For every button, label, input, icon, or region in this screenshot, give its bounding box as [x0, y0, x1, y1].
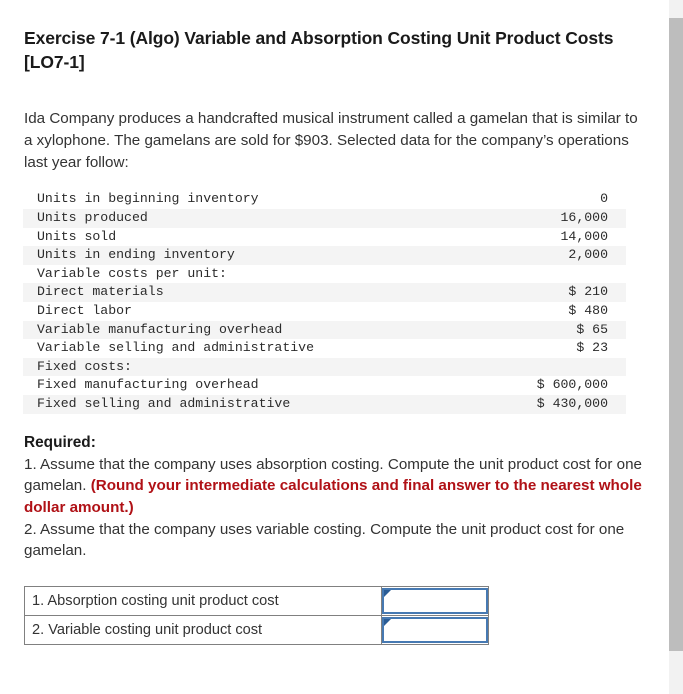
- table-row-value: [428, 357, 626, 377]
- answer-table-body: 1. Absorption costing unit product cost 2…: [24, 586, 489, 646]
- table-row-label: Direct materials: [23, 283, 428, 302]
- table-row-value: $ 65: [428, 320, 626, 340]
- table-row-label: Units in ending inventory: [23, 246, 428, 265]
- answer-table: 1. Absorption costing unit product cost 2…: [24, 586, 489, 646]
- table-row-label: Variable manufacturing overhead: [23, 320, 428, 340]
- vertical-scrollbar-thumb[interactable]: [669, 18, 683, 651]
- required-heading: Required:: [24, 433, 96, 451]
- table-row: Variable costs per unit:: [23, 265, 626, 284]
- intro-paragraph: Ida Company produces a handcrafted music…: [24, 110, 638, 172]
- answer-row: 2. Variable costing unit product cost: [24, 615, 489, 646]
- table-row-value: 16,000: [428, 208, 626, 228]
- table-row: Units sold 14,000: [23, 228, 626, 247]
- table-row-label: Fixed manufacturing overhead: [37, 377, 259, 393]
- document-content: Exercise 7-1 (Algo) Variable and Absorpt…: [0, 0, 669, 646]
- table-row-label: Units sold: [37, 228, 117, 244]
- table-row-label: Units produced: [23, 208, 428, 228]
- table-row-value: $ 600,000: [536, 377, 608, 393]
- requirement-item-1: 1. Assume that the company uses absorpti…: [24, 454, 645, 519]
- table-row-label: Variable costs per unit:: [37, 265, 227, 281]
- table-row-value: 0: [600, 191, 608, 207]
- table-row: Direct materials $ 210: [23, 283, 626, 302]
- answer-input-2[interactable]: [382, 617, 488, 644]
- table-row: Units in ending inventory 2,000: [23, 246, 626, 265]
- answer-input-1[interactable]: [382, 588, 488, 615]
- table-row-value: [428, 265, 626, 284]
- table-row-value: $ 23: [576, 340, 608, 356]
- page-title: Exercise 7-1 (Algo) Variable and Absorpt…: [24, 28, 614, 73]
- table-row-label: Units in beginning inventory: [37, 191, 259, 207]
- requirement-item-1-emphasis: (Round your intermediate calculations an…: [24, 477, 642, 516]
- table-row: Direct labor $ 480: [23, 302, 626, 321]
- required-section: Required: 1. Assume that the company use…: [24, 432, 645, 563]
- answer-row-label: 2. Variable costing unit product cost: [24, 615, 382, 646]
- table-row: Units produced 16,000: [23, 208, 626, 228]
- table-row-value: 14,000: [560, 228, 608, 244]
- table-row-label: Variable selling and administrative: [37, 340, 314, 356]
- table-row-value: 2,000: [428, 246, 626, 265]
- table-row-label: Fixed selling and administrative: [23, 394, 428, 414]
- operating-data-table-body: Units in beginning inventory 0 Units produ…: [23, 190, 626, 414]
- table-row: Units in beginning inventory 0: [23, 190, 626, 209]
- requirement-item-2: 2. Assume that the company uses variable…: [24, 520, 625, 560]
- table-row-value: $ 430,000: [428, 394, 626, 414]
- answer-input-cell[interactable]: [381, 586, 489, 617]
- answer-input-cell[interactable]: [381, 615, 489, 646]
- corner-marker-icon: [384, 590, 391, 598]
- corner-marker-icon: [384, 619, 391, 627]
- table-row: Fixed manufacturing overhead $ 600,000: [23, 376, 626, 395]
- table-row: Fixed selling and administrative $ 430,00…: [23, 394, 626, 414]
- vertical-scrollbar-track[interactable]: [669, 0, 683, 694]
- operating-data-table: Units in beginning inventory 0 Units produ…: [23, 190, 626, 414]
- table-row: Fixed costs:: [23, 357, 626, 377]
- document-page: Exercise 7-1 (Algo) Variable and Absorpt…: [0, 0, 669, 694]
- table-row: Variable selling and administrative $ 23: [23, 339, 626, 358]
- table-row-value: $ 210: [428, 283, 626, 302]
- table-row-label: Fixed costs:: [23, 357, 428, 377]
- answer-row-label: 1. Absorption costing unit product cost: [24, 586, 382, 617]
- table-row-label: Direct labor: [37, 302, 132, 318]
- table-row: Variable manufacturing overhead $ 65: [23, 320, 626, 340]
- table-row-value: $ 480: [568, 302, 608, 318]
- answer-row: 1. Absorption costing unit product cost: [24, 586, 489, 617]
